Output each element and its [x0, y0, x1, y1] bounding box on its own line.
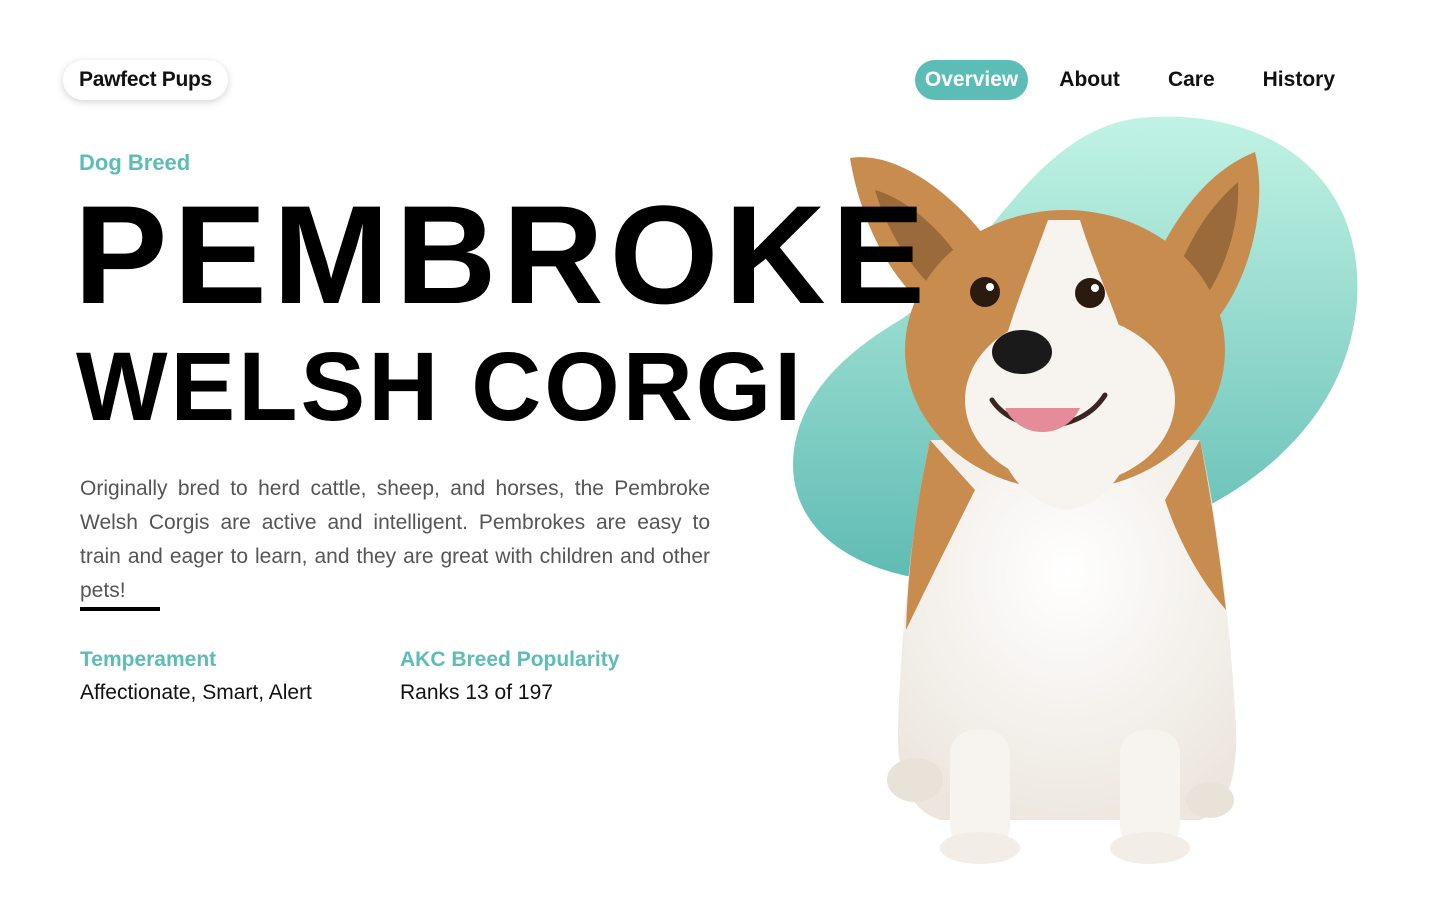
breed-category: Dog Breed — [79, 150, 191, 175]
breed-title-line2: WELSH CORGI — [76, 332, 805, 441]
stat-popularity: AKC Breed Popularity Ranks 13 of 197 — [400, 648, 619, 705]
nav-history[interactable]: History — [1246, 60, 1352, 100]
stat-label: AKC Breed Popularity — [400, 648, 620, 671]
main-nav: Overview About Care History — [914, 60, 1352, 100]
stat-value: Ranks 13 of 197 — [400, 681, 553, 704]
nav-overview[interactable]: Overview — [914, 60, 1029, 100]
logo[interactable]: Pawfect Pups — [63, 60, 228, 100]
nav-care[interactable]: Care — [1151, 60, 1232, 100]
stat-temperament: Temperament Affectionate, Smart, Alert — [80, 648, 312, 705]
stat-value: Affectionate, Smart, Alert — [80, 681, 312, 704]
stat-label: Temperament — [80, 648, 217, 671]
nav-about[interactable]: About — [1042, 60, 1137, 100]
breed-description: Originally bred to herd cattle, sheep, a… — [80, 477, 710, 602]
breed-title-line1: PEMBROKE — [74, 176, 931, 333]
